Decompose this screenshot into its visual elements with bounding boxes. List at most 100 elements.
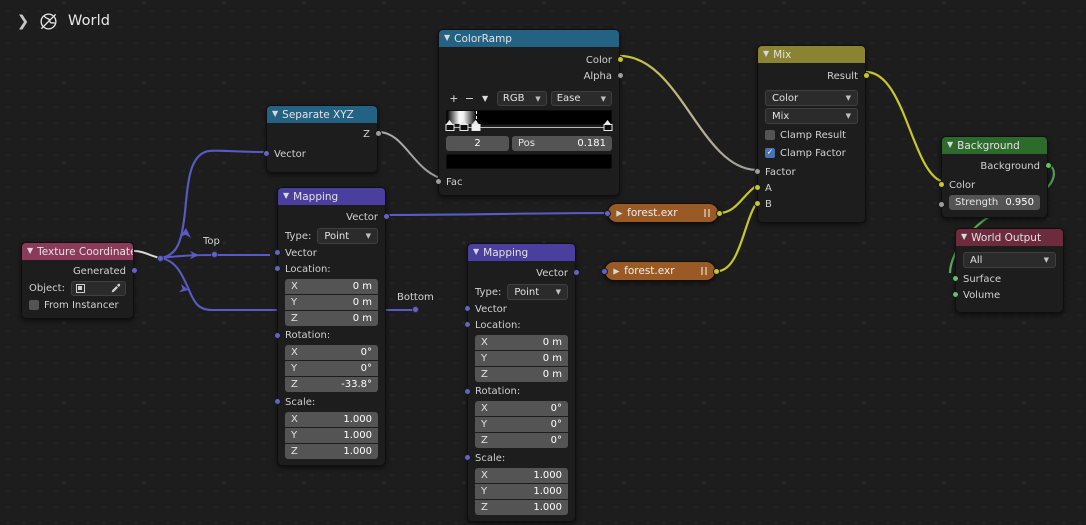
socket-row-z[interactable]: Z (267, 126, 382, 142)
location-z-field[interactable]: Z 0 m (285, 310, 378, 326)
chevron-down-icon[interactable]: ▼ (27, 246, 33, 255)
scale-z-field[interactable]: Z 1.000 (475, 499, 568, 515)
target-select[interactable]: All ▼ (963, 252, 1056, 268)
input-socket-b[interactable] (753, 200, 761, 207)
color-ramp-pos-field[interactable]: Pos 0.181 (512, 136, 612, 151)
chevron-right-icon[interactable]: ❯ (14, 12, 32, 30)
node-header-color-ramp[interactable]: ▼ ColorRamp (439, 30, 619, 47)
node-world-output[interactable]: ▼ World Output All ▼ Surface Volume (951, 228, 1064, 313)
color-ramp-stop[interactable] (603, 120, 613, 131)
rotation-x-field[interactable]: X 0° (285, 345, 378, 360)
color-ramp-stop[interactable] (459, 120, 469, 131)
mapping-type-row[interactable]: Type: Point ▼ (468, 283, 575, 301)
socket-row-volume[interactable]: Volume (951, 287, 1063, 303)
input-socket-location[interactable] (463, 321, 471, 328)
mapping-type-select[interactable]: Point ▼ (317, 228, 378, 244)
output-socket-vector[interactable] (572, 269, 580, 276)
node-mapping-top[interactable]: ▼ Mapping Vector Type: Point ▼ Vector Lo… (273, 187, 390, 466)
chevron-down-icon[interactable]: ▼ (961, 232, 967, 241)
node-header-background[interactable]: ▼ Background (942, 137, 1047, 154)
output-socket-vector[interactable] (382, 213, 390, 220)
input-socket-volume[interactable] (951, 291, 959, 298)
output-socket-alpha[interactable] (616, 72, 624, 79)
color-mode-select[interactable]: RGB ▼ (496, 91, 547, 106)
from-instancer-checkbox[interactable]: From Instancer (22, 297, 133, 313)
socket-row-rotation[interactable]: Rotation: (463, 384, 575, 400)
node-header-mapping-bottom[interactable]: ▼ Mapping (468, 244, 575, 261)
output-socket-generated[interactable] (130, 267, 138, 274)
input-socket-surface[interactable] (951, 275, 959, 282)
input-socket-rotation[interactable] (273, 331, 281, 339)
node-mapping-bottom[interactable]: ▼ Mapping Vector Type: Point ▼ Vector Lo… (463, 243, 580, 522)
output-socket-background[interactable] (1044, 162, 1052, 169)
input-socket-vector[interactable] (273, 249, 281, 256)
location-z-field[interactable]: Z 0 m (475, 366, 568, 382)
blend-mode-select[interactable]: Mix ▼ (765, 108, 858, 124)
chevron-down-icon[interactable]: ▼ (473, 247, 479, 256)
socket-row-surface[interactable]: Surface (951, 271, 1063, 287)
output-socket-z[interactable] (374, 130, 382, 137)
rotation-y-field[interactable]: Y 0° (475, 417, 568, 432)
node-color-ramp[interactable]: ▼ ColorRamp Color Alpha + − ▼ RGB ▼ Ease… (434, 29, 624, 196)
eyedropper-icon[interactable] (110, 283, 121, 294)
input-socket-scale[interactable] (273, 398, 281, 405)
object-input[interactable] (70, 280, 126, 296)
chevron-right-icon[interactable]: ▼ (615, 210, 624, 216)
socket-row-vector[interactable]: Vector (262, 146, 377, 162)
scale-x-field[interactable]: X 1.000 (475, 467, 568, 483)
node-environment-texture-top[interactable]: ▼ forest.exr (603, 203, 723, 223)
node-header-mapping-top[interactable]: ▼ Mapping (278, 188, 385, 205)
socket-row-color[interactable]: Color (937, 177, 1047, 193)
input-socket-factor[interactable] (753, 168, 761, 175)
checkbox-box[interactable] (765, 130, 775, 140)
output-socket-result[interactable] (862, 72, 870, 79)
socket-row-background-out[interactable]: Background (942, 158, 1052, 174)
socket-row-location[interactable]: Location: (273, 261, 385, 277)
location-y-field[interactable]: Y 0 m (475, 350, 568, 366)
clamp-factor-checkbox[interactable]: ✓ Clamp Factor (758, 145, 865, 161)
plus-icon[interactable]: + (446, 91, 462, 106)
rotation-z-field[interactable]: Z -33.8° (285, 377, 378, 392)
socket-row-alpha[interactable]: Alpha (439, 68, 624, 84)
scale-x-field[interactable]: X 1.000 (285, 411, 378, 427)
mapping-type-select[interactable]: Point ▼ (507, 284, 568, 300)
socket-row-location[interactable]: Location: (463, 317, 575, 333)
color-ramp-toolbar[interactable]: + − ▼ RGB ▼ Ease ▼ (439, 90, 619, 107)
reroute-hub[interactable] (157, 255, 164, 262)
socket-row-vector-in[interactable]: Vector (273, 245, 385, 261)
data-type-select[interactable]: Color ▼ (765, 90, 858, 106)
node-background[interactable]: ▼ Background Background Color Strength 0… (937, 136, 1052, 218)
chevron-down-icon[interactable]: ▼ (272, 109, 278, 118)
socket-row-b[interactable]: B (753, 196, 865, 212)
socket-row-factor[interactable]: Factor (753, 164, 865, 180)
output-socket-color[interactable] (712, 268, 720, 275)
node-header-mix[interactable]: ▼ Mix (758, 46, 865, 63)
checkbox-box[interactable]: ✓ (765, 148, 775, 158)
node-header-world-output[interactable]: ▼ World Output (956, 229, 1063, 246)
input-socket-location[interactable] (273, 265, 281, 272)
interpolation-select[interactable]: Ease ▼ (550, 91, 613, 106)
node-environment-texture-bottom[interactable]: ▼ forest.exr (600, 261, 720, 281)
socket-row-rotation[interactable]: Rotation: (273, 328, 385, 344)
checkbox-box[interactable] (29, 300, 39, 310)
reroute-bottom[interactable] (412, 306, 419, 313)
clamp-result-checkbox[interactable]: Clamp Result (758, 127, 865, 143)
chevron-down-icon[interactable]: ▼ (283, 191, 289, 200)
rotation-x-field[interactable]: X 0° (475, 401, 568, 416)
socket-row-fac[interactable]: Fac (434, 174, 619, 190)
input-socket-strength[interactable] (937, 201, 945, 208)
chevron-down-icon[interactable]: ▼ (444, 33, 450, 42)
color-ramp-index-field[interactable]: 2 (446, 136, 509, 151)
mapping-type-row[interactable]: Type: Point ▼ (278, 227, 385, 245)
chevron-down-icon[interactable]: ▼ (763, 49, 769, 58)
color-ramp-color-swatch[interactable] (446, 154, 612, 169)
socket-row-scale[interactable]: Scale: (463, 450, 575, 466)
socket-row-vector-out[interactable]: Vector (468, 265, 580, 281)
color-ramp-stop[interactable] (445, 120, 455, 131)
socket-row-a[interactable]: A (753, 180, 865, 196)
input-socket-color[interactable] (937, 181, 945, 188)
node-header-separate-xyz[interactable]: ▼ Separate XYZ (267, 106, 377, 123)
reroute-top[interactable] (211, 251, 218, 258)
color-ramp-gradient-widget[interactable] (445, 110, 613, 132)
input-socket-vector[interactable] (603, 210, 611, 217)
